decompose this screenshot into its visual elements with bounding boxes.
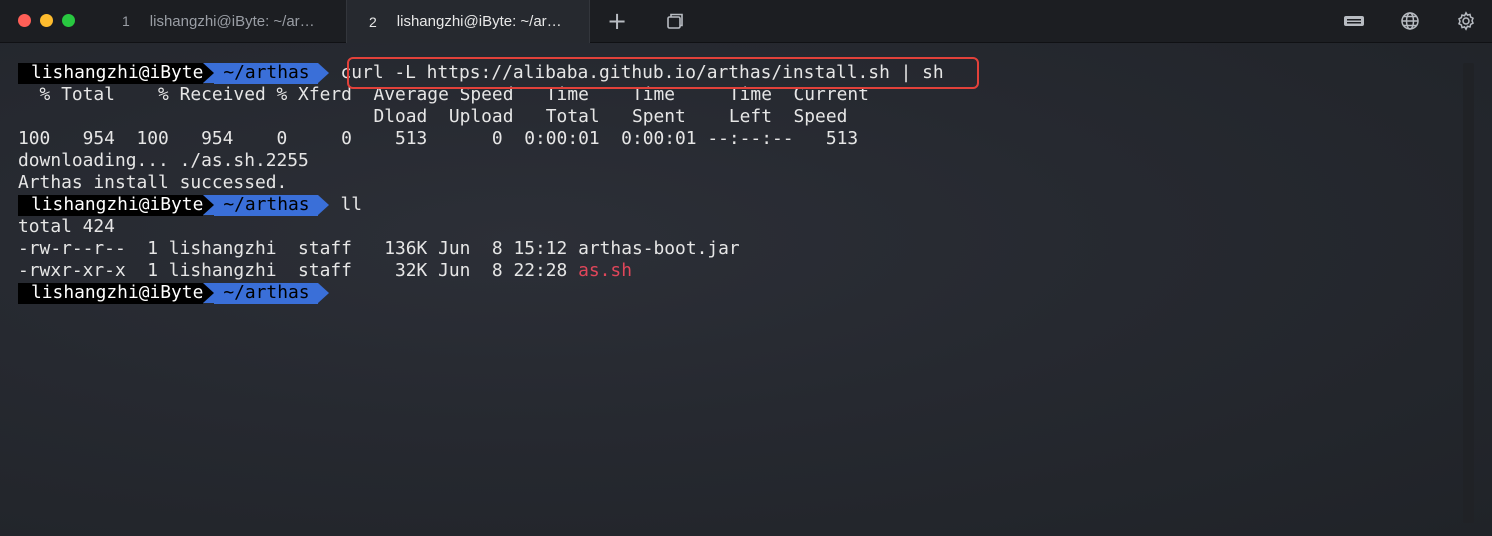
output-line: Arthas install successed. xyxy=(18,172,944,194)
tab-2[interactable]: 2 lishangzhi@iByte: ~/ar… xyxy=(346,0,590,43)
output-line: Dload Upload Total Spent Left Speed xyxy=(18,106,944,128)
maximize-window-button[interactable] xyxy=(62,14,75,27)
new-tab-button[interactable]: + xyxy=(606,9,628,33)
tab-overview-icon[interactable] xyxy=(664,10,686,32)
prompt-user-host: lishangzhi@iByte xyxy=(18,62,204,84)
globe-icon[interactable] xyxy=(1399,10,1421,32)
executable-file-name: as.sh xyxy=(578,260,632,281)
file-row: -rw-r--r-- 1 lishangzhi staff 136K Jun 8… xyxy=(18,238,944,260)
prompt-separator xyxy=(203,283,215,303)
minimize-window-button[interactable] xyxy=(40,14,53,27)
prompt-line: lishangzhi@iByte ~/arthas xyxy=(18,282,944,304)
file-name: arthas-boot.jar xyxy=(578,238,740,259)
command-ll: ll xyxy=(340,194,363,215)
prompt-user-host: lishangzhi@iByte xyxy=(18,282,204,304)
output-line: total 424 xyxy=(18,216,944,238)
prompt-user-host: lishangzhi@iByte xyxy=(18,194,204,216)
prompt-directory: ~/arthas xyxy=(214,282,318,304)
prompt-directory: ~/arthas xyxy=(214,62,318,84)
command-highlight-box xyxy=(347,57,979,89)
prompt-separator xyxy=(317,195,329,215)
tab-number: 1 xyxy=(122,13,130,29)
output-line: 100 954 100 954 0 0 513 0 0:00:01 0:00:0… xyxy=(18,128,944,150)
prompt-separator xyxy=(317,63,329,83)
terminal-output: lishangzhi@iByte ~/arthas curl -L https:… xyxy=(18,62,944,304)
file-meta: -rw-r--r-- 1 lishangzhi staff 136K Jun 8… xyxy=(18,238,579,259)
prompt-line: lishangzhi@iByte ~/arthas ll xyxy=(18,194,944,216)
tab-title: lishangzhi@iByte: ~/ar… xyxy=(149,12,315,30)
prompt-separator xyxy=(203,195,215,215)
curl-header: Dload Upload Total Spent Left Speed xyxy=(18,106,848,127)
gear-icon[interactable] xyxy=(1455,10,1477,32)
close-window-button[interactable] xyxy=(18,14,31,27)
keyboard-icon[interactable] xyxy=(1343,10,1365,32)
prompt-separator xyxy=(203,63,215,83)
file-row: -rwxr-xr-x 1 lishangzhi staff 32K Jun 8 … xyxy=(18,260,944,282)
file-meta: -rwxr-xr-x 1 lishangzhi staff 32K Jun 8 … xyxy=(18,260,579,281)
tab-1[interactable]: 1 lishangzhi@iByte: ~/ar… xyxy=(96,0,346,42)
prompt-directory: ~/arthas xyxy=(214,194,318,216)
ls-total: total 424 xyxy=(18,216,115,237)
terminal-pane[interactable]: lishangzhi@iByte ~/arthas curl -L https:… xyxy=(0,43,1492,536)
title-bar: 1 lishangzhi@iByte: ~/ar… 2 lishangzhi@i… xyxy=(0,0,1492,43)
curl-progress: 100 954 100 954 0 0 513 0 0:00:01 0:00:0… xyxy=(18,128,859,149)
install-status: Arthas install successed. xyxy=(18,172,288,193)
tab-number: 2 xyxy=(369,13,377,30)
prompt-separator xyxy=(317,283,329,303)
download-status: downloading... ./as.sh.2255 xyxy=(18,150,309,171)
output-line: downloading... ./as.sh.2255 xyxy=(18,150,944,172)
tab-title: lishangzhi@iByte: ~/ar… xyxy=(396,13,562,30)
scrollbar[interactable] xyxy=(1463,63,1474,523)
